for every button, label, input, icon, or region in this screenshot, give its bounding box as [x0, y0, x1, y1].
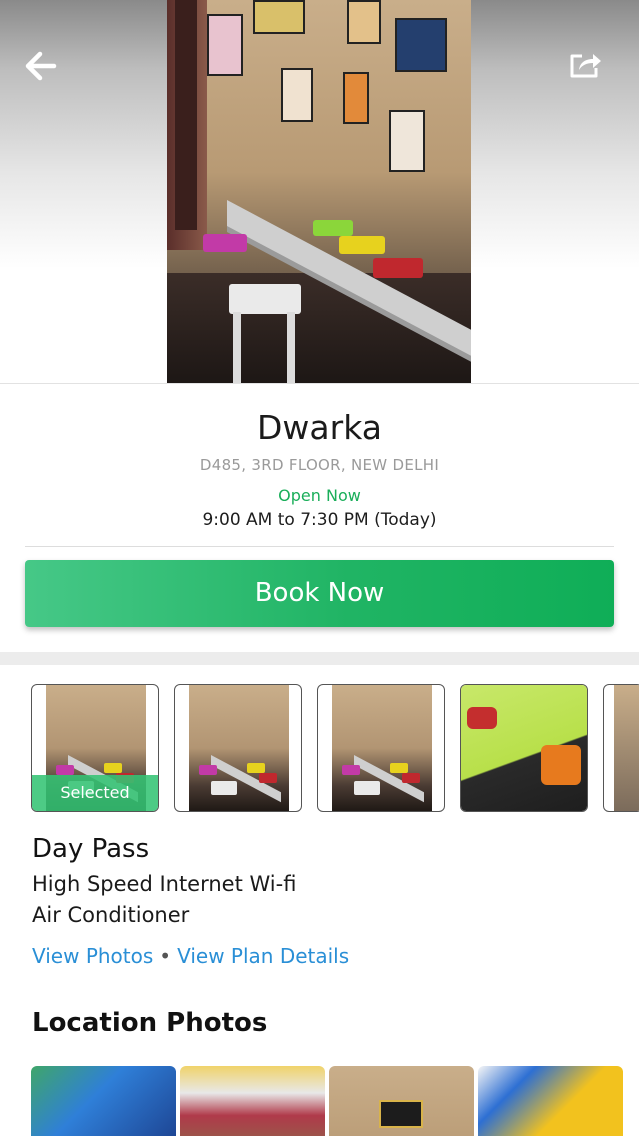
location-address: D485, 3RD FLOOR, NEW DELHI [199, 456, 440, 474]
hero-poster [347, 0, 381, 44]
view-photos-link[interactable]: View Photos [32, 944, 153, 968]
hero-stool [339, 236, 385, 254]
hero-header [0, 0, 639, 384]
hero-stool [203, 234, 247, 252]
location-photo[interactable] [478, 1066, 623, 1136]
hero-photo[interactable] [167, 0, 471, 383]
location-photos-strip[interactable] [31, 1066, 639, 1136]
share-button[interactable] [568, 48, 604, 82]
plan-thumbnail-image [332, 685, 432, 811]
plan-thumbnail[interactable]: Selected [31, 684, 159, 812]
plan-thumbnail[interactable] [603, 684, 639, 812]
back-button[interactable] [22, 48, 60, 84]
plan-feature: High Speed Internet Wi-fi [32, 872, 297, 896]
hero-stool [229, 284, 301, 314]
open-status: Open Now [278, 486, 361, 505]
hero-photo-door [175, 0, 197, 230]
share-icon [570, 54, 601, 78]
hero-stool-leg [233, 312, 241, 383]
plan-feature: Air Conditioner [32, 903, 190, 927]
section-separator [0, 652, 639, 665]
plan-thumbnail-strip[interactable]: Selected [31, 684, 639, 812]
hero-poster [253, 0, 305, 34]
info-divider [25, 546, 614, 547]
link-separator: • [159, 944, 172, 968]
plan-thumbnail-image [189, 685, 289, 811]
hero-poster [207, 14, 243, 76]
location-photo[interactable] [329, 1066, 474, 1136]
plan-thumbnail[interactable] [460, 684, 588, 812]
arrow-left-icon [25, 51, 57, 81]
plan-title: Day Pass [32, 834, 150, 864]
location-title: Dwarka [257, 408, 382, 447]
hero-stool [373, 258, 423, 278]
view-plan-details-link[interactable]: View Plan Details [177, 944, 349, 968]
location-photo[interactable] [31, 1066, 176, 1136]
selected-badge: Selected [32, 775, 158, 811]
hero-poster [343, 72, 369, 124]
hero-poster [389, 110, 425, 172]
hero-divider [0, 383, 639, 384]
hero-poster [395, 18, 447, 72]
hero-poster [281, 68, 313, 122]
location-photos-title: Location Photos [32, 1008, 268, 1038]
opening-hours: 9:00 AM to 7:30 PM (Today) [202, 510, 437, 530]
plan-thumbnail[interactable] [174, 684, 302, 812]
book-now-button[interactable]: Book Now [25, 560, 614, 627]
plan-links: View Photos • View Plan Details [32, 944, 349, 968]
hero-stool [313, 220, 353, 236]
location-photo[interactable] [180, 1066, 325, 1136]
plan-thumbnail[interactable] [317, 684, 445, 812]
hero-stool-leg [287, 312, 295, 383]
